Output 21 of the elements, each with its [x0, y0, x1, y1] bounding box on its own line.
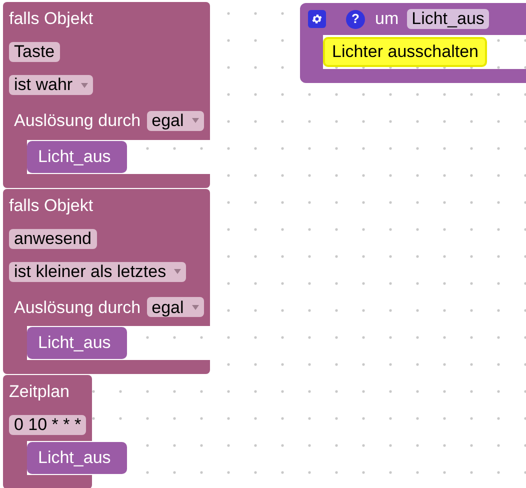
block-title: falls Objekt	[9, 9, 94, 29]
event-block[interactable]: Zeitplan 0 10 * * * Licht_aus	[3, 375, 127, 488]
text-field[interactable]: anwesend	[9, 228, 97, 248]
block-title: um	[375, 8, 399, 30]
block-title: Zeitplan	[9, 382, 70, 402]
dropdown-field[interactable]: ist kleiner als letztes	[9, 262, 186, 282]
dropdown-field[interactable]: egal	[146, 110, 204, 131]
procedure-call-block[interactable]: Licht_aus	[27, 140, 127, 172]
text-field[interactable]: Licht_aus	[406, 9, 490, 29]
procedure-call-block[interactable]: Licht_aus	[27, 442, 127, 474]
dropdown-field[interactable]: ist wahr	[9, 75, 93, 95]
procedure-definition-block[interactable]: ? um Licht_aus Lichter ausschalten	[300, 3, 526, 83]
help-icon[interactable]: ?	[346, 10, 365, 28]
block-title: falls Objekt	[9, 196, 94, 216]
field-label: Auslösung durch	[14, 110, 141, 132]
procedure-call-block[interactable]: Licht_aus	[27, 327, 127, 359]
field-label: Auslösung durch	[14, 296, 141, 318]
comment-block[interactable]: Lichter ausschalten	[323, 37, 488, 67]
text-field[interactable]: 0 10 * * *	[9, 415, 86, 435]
text-field[interactable]: Taste	[9, 42, 60, 62]
dropdown-field[interactable]: egal	[146, 297, 204, 318]
